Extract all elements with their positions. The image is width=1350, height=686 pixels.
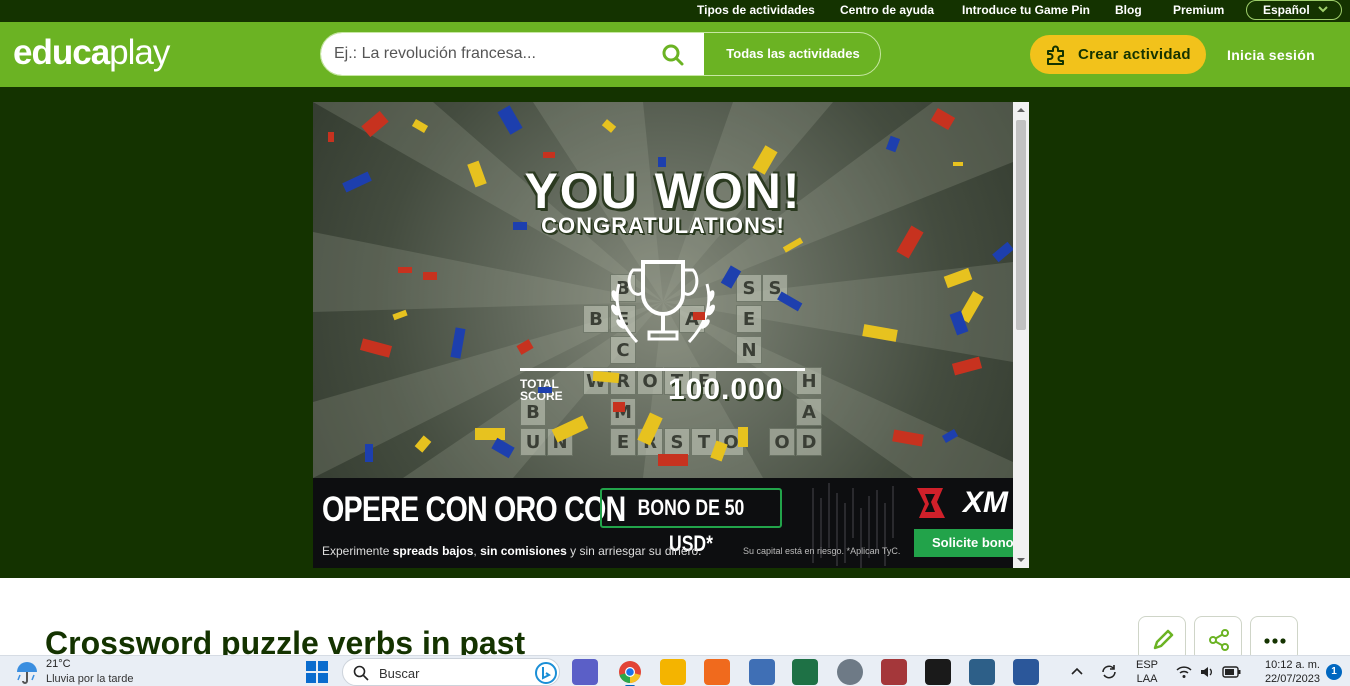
scrollbar-thumb[interactable] — [1016, 120, 1026, 330]
access-icon[interactable] — [881, 659, 907, 685]
taskbar-search-label: Buscar — [379, 666, 420, 681]
xampp-icon[interactable] — [704, 659, 730, 685]
chevron-down-icon — [1318, 6, 1328, 13]
clock-date: 22/07/2023 — [1264, 673, 1320, 685]
all-activities-button[interactable]: Todas las actividades — [705, 33, 881, 75]
chrome-icon — [619, 661, 641, 683]
keyboard-layout: LAA — [1136, 673, 1158, 685]
clock-time: 10:12 a. m. — [1264, 659, 1320, 671]
rain-umbrella-icon[interactable] — [14, 659, 42, 685]
word-icon[interactable] — [1013, 659, 1039, 685]
logo-light-text: play — [109, 33, 170, 72]
notification-badge[interactable]: 1 — [1326, 664, 1342, 680]
search-input[interactable] — [321, 33, 704, 75]
language-selector[interactable]: Español — [1246, 0, 1342, 20]
windows-start-icon[interactable] — [306, 661, 328, 683]
sub-part-1: Experimente — [322, 544, 393, 558]
xm-banner[interactable]: OPERE CON ORO CON BONO DE 50 USD* Experi… — [313, 478, 1013, 568]
educaplay-logo[interactable]: educaplay — [13, 33, 170, 73]
search-bar: Todas las actividades — [320, 32, 881, 76]
nav-blog[interactable]: Blog — [1115, 3, 1142, 17]
sub-part-3: y sin arriesgar su dinero. — [566, 544, 702, 558]
bing-icon[interactable] — [535, 662, 557, 684]
advertisement[interactable]: B S S B E A E C N W R O T E H B M A U N … — [313, 102, 1029, 568]
excel-icon[interactable] — [792, 659, 818, 685]
top-utility-bar: Tipos de actividades Centro de ayuda Int… — [0, 0, 1350, 22]
sub-bold-1: spreads bajos — [392, 544, 474, 558]
login-link[interactable]: Inicia sesión — [1227, 47, 1315, 63]
sync-icon[interactable] — [1100, 663, 1118, 681]
nav-premium[interactable]: Premium — [1173, 3, 1224, 17]
nav-activity-types[interactable]: Tipos de actividades — [697, 3, 815, 17]
language-label: Español — [1263, 3, 1310, 17]
pencil-icon — [1153, 629, 1174, 650]
chevron-up-icon[interactable] — [1070, 664, 1084, 678]
notepad-icon[interactable] — [749, 659, 775, 685]
site-header: educaplay Todas las actividades Crear ac… — [0, 22, 1350, 87]
weather-description: Lluvia por la tarde — [46, 673, 134, 685]
lang-code: ESP — [1136, 659, 1159, 671]
scroll-up-arrow-icon[interactable] — [1017, 106, 1025, 114]
scroll-down-arrow-icon[interactable] — [1017, 556, 1025, 564]
risk-disclaimer: Su capital está en riesgo. *Aplican TyC. — [743, 546, 901, 556]
wifi-icon[interactable] — [1176, 664, 1192, 680]
create-activity-label: Crear actividad — [1078, 46, 1191, 63]
settings-gear-icon[interactable] — [837, 659, 863, 685]
ad-game-image: B S S B E A E C N W R O T E H B M A U N … — [313, 102, 1013, 478]
battery-icon[interactable] — [1222, 665, 1242, 679]
search-icon[interactable] — [661, 43, 685, 67]
create-activity-button[interactable]: Crear actividad — [1030, 35, 1206, 74]
terminal-icon[interactable] — [925, 659, 951, 685]
ad-scrollbar[interactable] — [1013, 102, 1029, 568]
bonus-badge: BONO DE 50 USD* — [600, 488, 782, 556]
weather-temperature: 21°C — [46, 658, 71, 670]
chrome-app-icon[interactable] — [617, 659, 643, 686]
xm-brand-text: XM — [963, 486, 1008, 519]
search-icon — [353, 665, 369, 681]
file-explorer-icon[interactable] — [660, 659, 686, 685]
share-icon — [1209, 629, 1229, 651]
puzzle-icon — [1047, 45, 1064, 65]
confetti — [328, 105, 1013, 466]
browser-page: Tipos de actividades Centro de ayuda Int… — [0, 0, 1350, 686]
input-language[interactable]: ESP LAA — [1136, 658, 1158, 686]
banner-headline: OPERE CON ORO CON — [322, 490, 626, 529]
mysql-workbench-icon[interactable] — [969, 659, 995, 685]
system-clock[interactable]: 10:12 a. m. 22/07/2023 — [1258, 658, 1320, 686]
taskbar-search[interactable]: Buscar — [342, 658, 560, 686]
windows-taskbar: 21°C Lluvia por la tarde Buscar ESP LAA — [0, 655, 1350, 686]
request-bonus-button[interactable]: Solicite bono — [914, 529, 1013, 557]
volume-icon[interactable] — [1199, 664, 1215, 680]
logo-main-text: educa — [13, 33, 110, 72]
nav-game-pin[interactable]: Introduce tu Game Pin — [962, 3, 1090, 17]
sub-bold-2: sin comisiones — [480, 544, 567, 558]
more-dots-icon — [1264, 638, 1286, 644]
banner-subtext: Experimente spreads bajos, sin comisione… — [322, 544, 702, 558]
nav-help-center[interactable]: Centro de ayuda — [840, 3, 934, 17]
teams-app-icon[interactable] — [572, 659, 598, 685]
